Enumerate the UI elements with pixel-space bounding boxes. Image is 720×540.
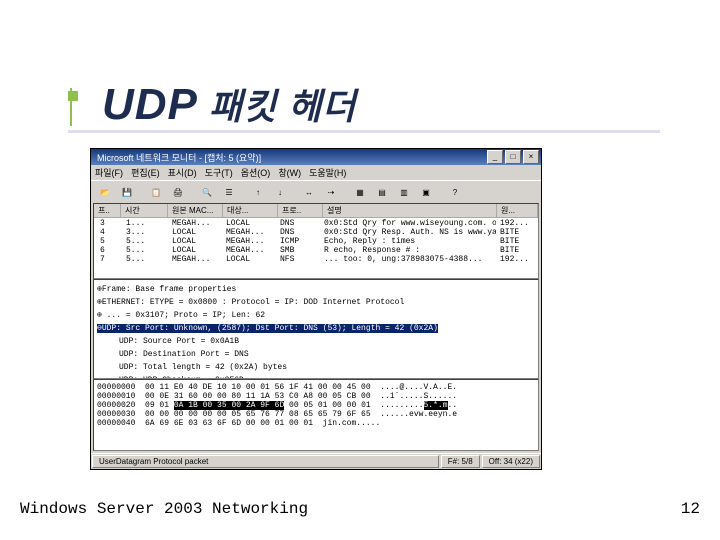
decode-line[interactable]: UDP: Source Port = 0x0A1B (97, 335, 535, 348)
page-number: 12 (681, 500, 700, 518)
open-icon[interactable]: 📂 (95, 183, 115, 201)
footer-left: Windows Server 2003 Networking (20, 500, 308, 518)
statusbar: UserDatagram Protocol packet F#: 5/8 Off… (91, 453, 541, 469)
filter-icon[interactable]: ☰ (219, 183, 239, 201)
detail-icon[interactable]: ▤ (372, 183, 392, 201)
find-icon[interactable]: 🔍 (197, 183, 217, 201)
status-right: Off: 34 (x22) (482, 455, 540, 468)
menubar: 파일(F) 편집(E) 표시(D) 도구(T) 옵션(O) 창(W) 도움말(H… (91, 165, 541, 180)
combined-icon[interactable]: ▣ (416, 183, 436, 201)
copy-icon[interactable]: 📋 (146, 183, 166, 201)
list-header: 프.. 시간 원본 MAC... 대상... 프로.. 설명 원... (94, 204, 538, 218)
title-udp: UDP (102, 80, 198, 129)
minimize-button[interactable]: _ (487, 150, 503, 164)
decode-line[interactable]: ⊕ETHERNET: ETYPE = 0x0800 : Protocol = I… (97, 296, 535, 309)
decode-line[interactable]: ⊖UDP: Src Port: Unknown, (2587); Dst Por… (97, 322, 535, 335)
decode-line[interactable]: ⊕Frame: Base frame properties (97, 283, 535, 296)
table-row[interactable]: 55...LOCALMEGAH...ICMPEcho, Reply : time… (96, 237, 536, 246)
close-button[interactable]: × (523, 150, 539, 164)
menu-tools[interactable]: 도구(T) (205, 166, 233, 179)
hex-line[interactable]: 00000010 00 0E 31 60 00 00 80 11 1A 53 C… (97, 392, 535, 401)
netmon-window: Microsoft 네트워크 모니터 - [캡처: 5 (요약)] _ □ × … (90, 148, 542, 470)
bullet-icon (68, 91, 78, 101)
decode-line[interactable]: ⊕ ... = 0x3107; Proto = IP; Len: 62 (97, 309, 535, 322)
stream-icon[interactable]: ⇢ (321, 183, 341, 201)
decode-line[interactable]: UDP: Total length = 42 (0x2A) bytes (97, 361, 535, 374)
titlebar[interactable]: Microsoft 네트워크 모니터 - [캡처: 5 (요약)] _ □ × (91, 149, 541, 165)
table-row[interactable]: 65...LOCALMEGAH...SMBR echo, Response # … (96, 246, 536, 255)
menu-help[interactable]: 도움말(H) (309, 166, 346, 179)
packet-list-pane: 프.. 시간 원본 MAC... 대상... 프로.. 설명 원... 31..… (93, 203, 539, 279)
decode-line[interactable]: UDP: UDP Checksum = 0x9F6D (97, 374, 535, 378)
hex-line[interactable]: 00000020 09 01 0A 1B 00 35 00 2A 9F 6D 0… (97, 401, 535, 410)
menu-options[interactable]: 옵션(O) (241, 166, 271, 179)
toolbar: 📂 💾 📋 🖨 🔍 ☰ ↑ ↓ ↔ ⇢ ▦ ▤ ▥ ▣ ? (91, 180, 541, 203)
title-underline (68, 130, 660, 132)
status-mid: F#: 5/8 (441, 455, 480, 468)
title-rest: 패킷 헤더 (209, 86, 356, 127)
hex-line[interactable]: 00000040 6A 69 6E 03 63 6F 6D 00 00 01 0… (97, 419, 535, 428)
save-icon[interactable]: 💾 (117, 183, 137, 201)
print-icon[interactable]: 🖨 (168, 183, 188, 201)
table-row[interactable]: 31...MEGAH...LOCALDNS0x0:Std Qry for www… (96, 219, 536, 228)
down-icon[interactable]: ↓ (270, 183, 290, 201)
menu-window[interactable]: 창(W) (278, 166, 301, 179)
up-icon[interactable]: ↑ (248, 183, 268, 201)
summary-icon[interactable]: ▦ (350, 183, 370, 201)
window-title: Microsoft 네트워크 모니터 - [캡처: 5 (요약)] (93, 151, 261, 164)
menu-file[interactable]: 파일(F) (95, 166, 123, 179)
decode-line[interactable]: UDP: Destination Port = DNS (97, 348, 535, 361)
hex-icon[interactable]: ▥ (394, 183, 414, 201)
decode-pane: ⊕Frame: Base frame properties⊕ETHERNET: … (93, 279, 539, 379)
table-row[interactable]: 75...MEGAH...LOCALNFS... too: 0, ung:378… (96, 255, 536, 264)
menu-edit[interactable]: 편집(E) (131, 166, 160, 179)
hex-line[interactable]: 00000000 00 11 E0 40 DE 10 10 00 01 56 1… (97, 383, 535, 392)
table-row[interactable]: 43...LOCALMEGAH...DNS0x0:Std Qry Resp. A… (96, 228, 536, 237)
maximize-button[interactable]: □ (505, 150, 521, 164)
hex-pane[interactable]: 00000000 00 11 E0 40 DE 10 10 00 01 56 1… (93, 379, 539, 451)
menu-display[interactable]: 표시(D) (168, 166, 197, 179)
goto-icon[interactable]: ↔ (299, 183, 319, 201)
slide-title: UDP 패킷 헤더 (68, 78, 660, 130)
status-left: UserDatagram Protocol packet (92, 455, 439, 468)
help-icon[interactable]: ? (445, 183, 465, 201)
hex-line[interactable]: 00000030 00 00 00 00 00 00 05 65 76 77 0… (97, 410, 535, 419)
packet-list[interactable]: 31...MEGAH...LOCALDNS0x0:Std Qry for www… (94, 218, 538, 278)
